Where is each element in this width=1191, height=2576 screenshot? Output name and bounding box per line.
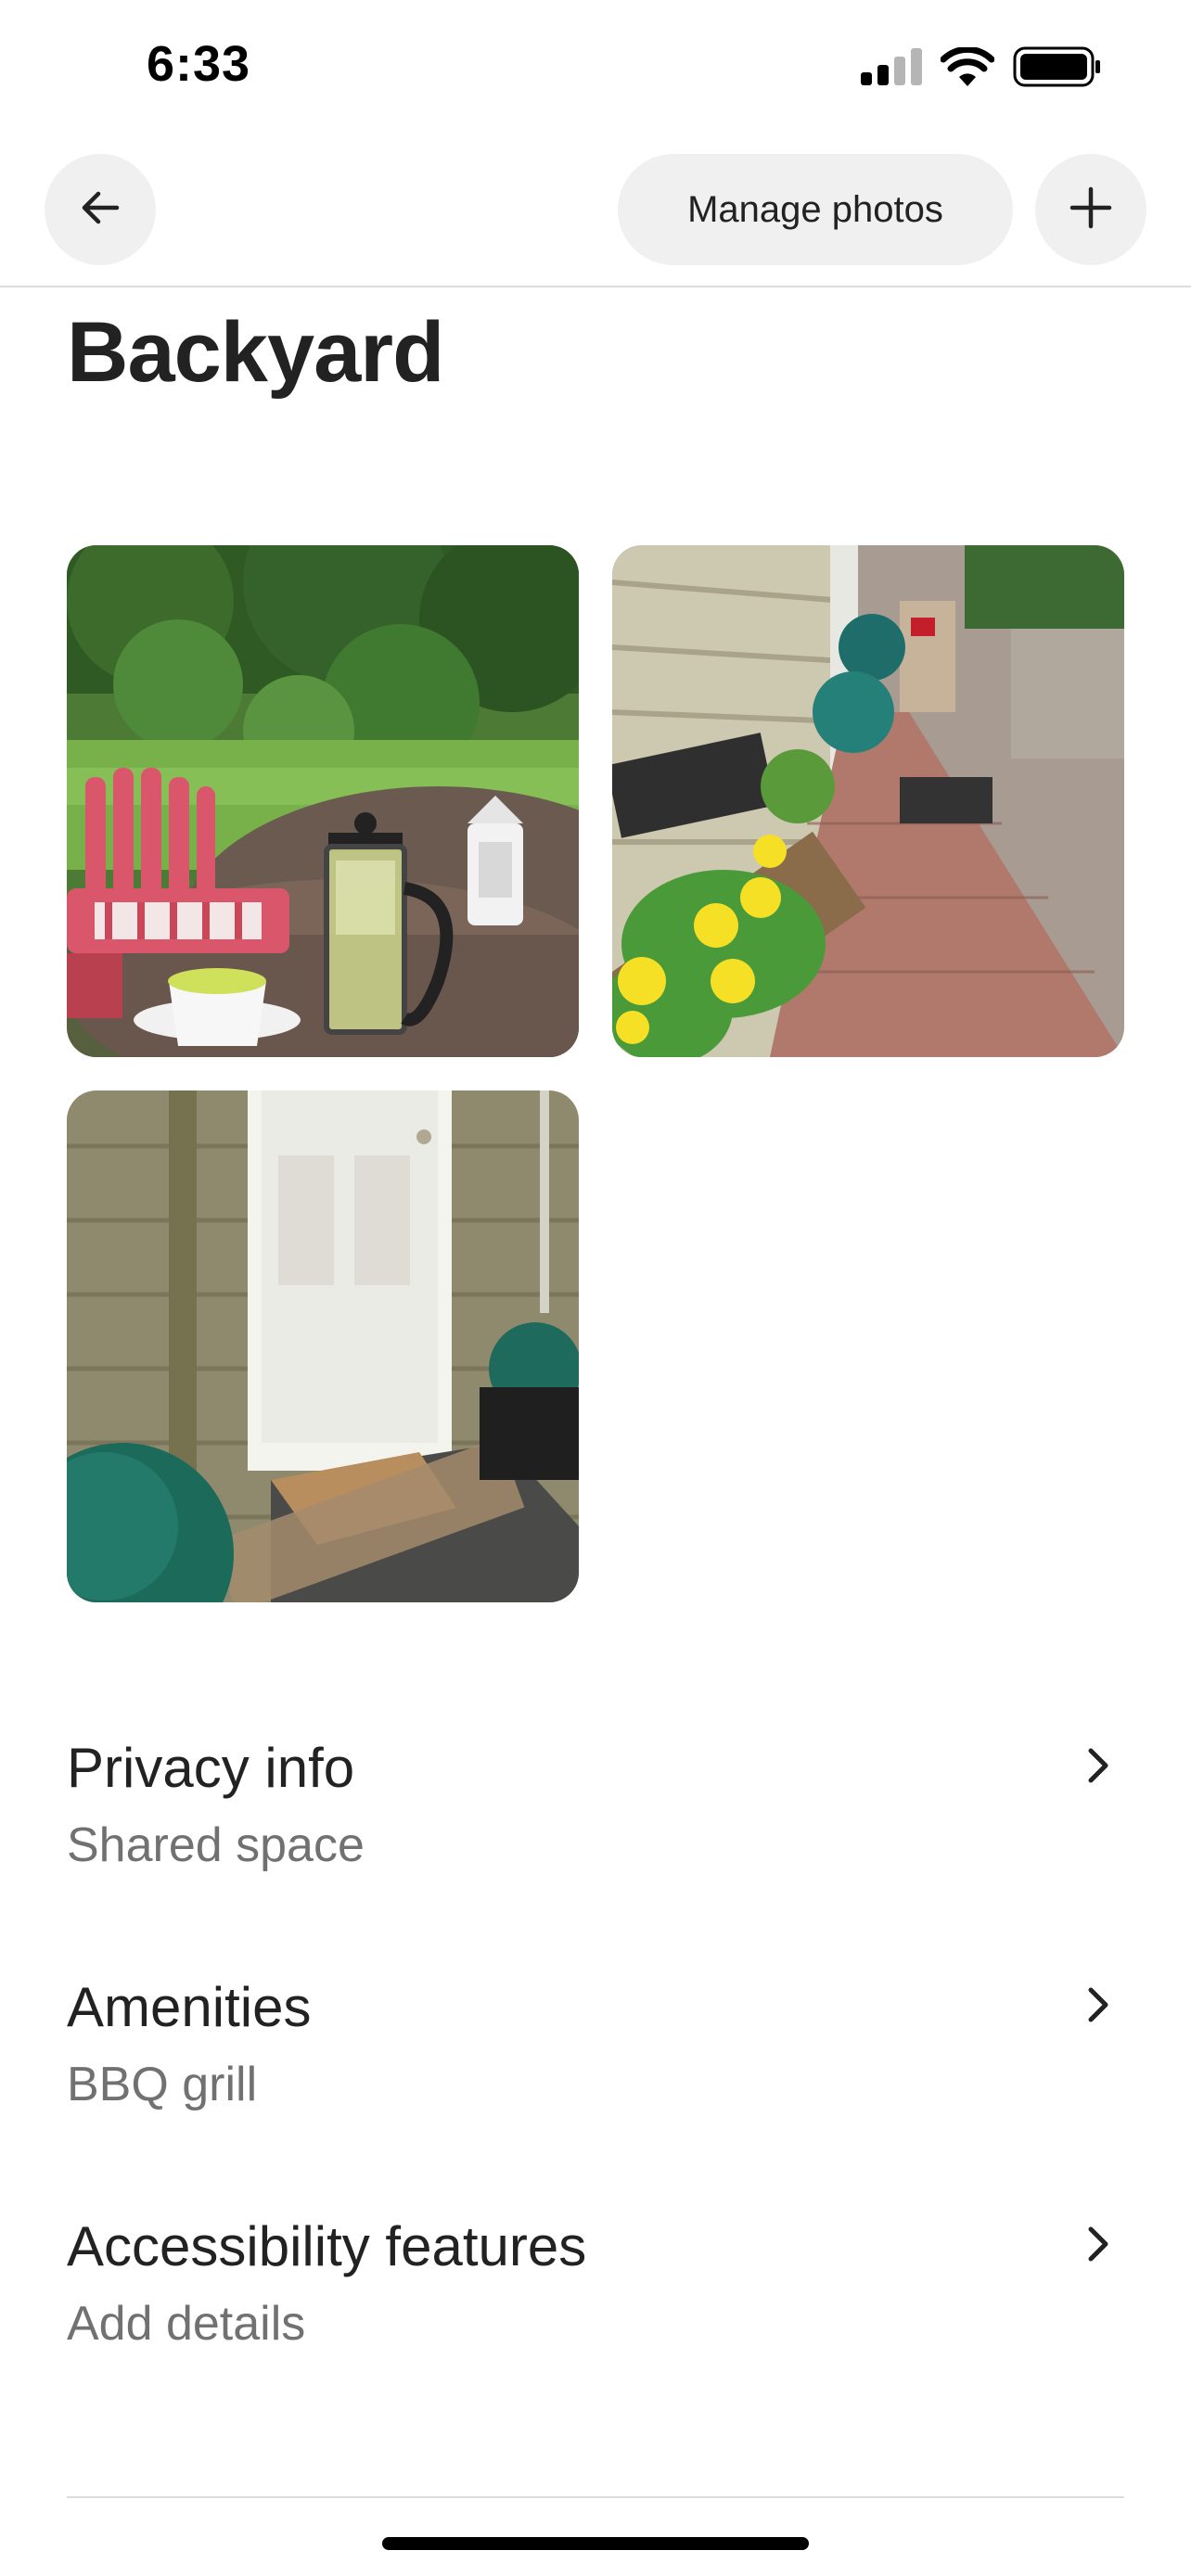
chevron-right-icon	[1082, 1984, 1115, 2025]
row-subtitle: Shared space	[67, 1818, 365, 1872]
row-subtitle: Add details	[67, 2297, 306, 2351]
divider	[67, 2496, 1124, 2498]
row-title: Amenities	[67, 1976, 312, 2038]
photo-tile[interactable]	[67, 1090, 579, 1602]
status-bar: 6:33	[0, 0, 1191, 139]
photo-tile[interactable]	[67, 545, 579, 1057]
amenities-row[interactable]: Amenities BBQ grill	[67, 1975, 1124, 2151]
signal-icon	[861, 48, 922, 90]
add-button[interactable]	[1035, 154, 1146, 265]
privacy-info-row[interactable]: Privacy info Shared space	[67, 1736, 1124, 1912]
photo-tile[interactable]	[612, 545, 1124, 1057]
status-icons	[861, 45, 1102, 92]
home-indicator	[382, 2537, 809, 2550]
battery-icon	[1013, 46, 1102, 92]
accessibility-features-row[interactable]: Accessibility features Add details	[67, 2214, 1124, 2391]
plus-icon	[1069, 185, 1113, 235]
wifi-icon	[940, 45, 995, 91]
back-button[interactable]	[45, 154, 156, 265]
page-title: Backyard	[67, 305, 444, 400]
row-title: Accessibility features	[67, 2215, 587, 2277]
status-time: 6:33	[147, 36, 251, 92]
chevron-right-icon	[1082, 1745, 1115, 1786]
manage-photos-label: Manage photos	[687, 188, 943, 230]
arrow-left-icon	[78, 185, 122, 235]
top-nav: Manage photos	[0, 139, 1191, 287]
manage-photos-button[interactable]: Manage photos	[618, 154, 1013, 265]
row-title: Privacy info	[67, 1737, 355, 1799]
row-subtitle: BBQ grill	[67, 2058, 258, 2111]
chevron-right-icon	[1082, 2224, 1115, 2264]
